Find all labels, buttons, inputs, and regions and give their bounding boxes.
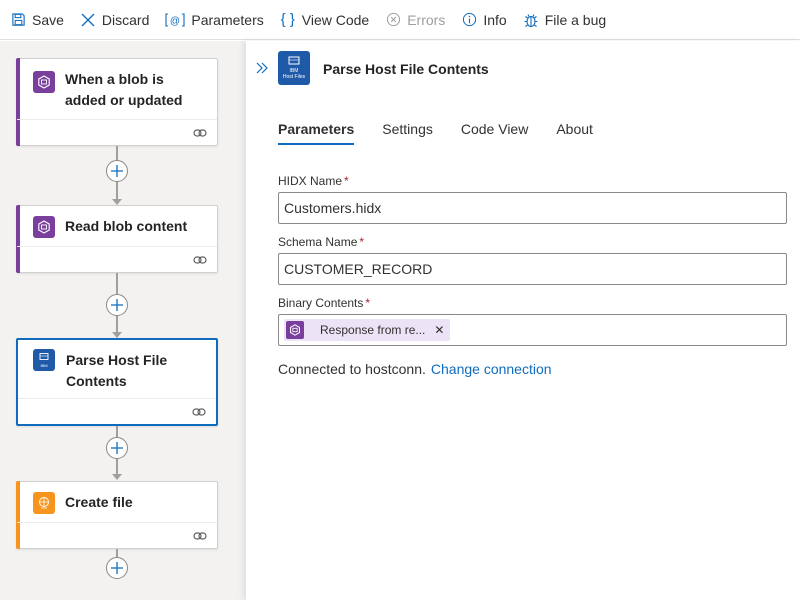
schema-name-field[interactable]: CUSTOMER_RECORD	[278, 253, 787, 285]
plus-icon	[111, 299, 123, 311]
add-step-button[interactable]	[106, 437, 128, 459]
add-step-button[interactable]	[106, 294, 128, 316]
parameters-button[interactable]: @ Parameters	[165, 0, 264, 40]
svg-text:@: @	[170, 16, 180, 27]
link-icon	[193, 532, 207, 540]
card-footer	[17, 119, 217, 145]
connector-line	[116, 182, 118, 200]
errors-button[interactable]: Errors	[385, 0, 445, 40]
card-title: When a blob is added or updated	[65, 71, 183, 108]
plus-icon	[111, 562, 123, 574]
card-footer	[18, 398, 216, 424]
toolbar: Save Discard @ Parameters { } View Code …	[0, 0, 800, 40]
file-system-icon	[33, 492, 55, 514]
card-blob-trigger[interactable]: When a blob is added or updated	[16, 58, 218, 146]
tab-about[interactable]: About	[556, 121, 593, 145]
blob-storage-icon	[286, 321, 304, 339]
error-circle-icon	[385, 12, 401, 28]
designer-canvas: When a blob is added or updated Read blo…	[0, 41, 246, 600]
discard-button[interactable]: Discard	[80, 0, 149, 40]
card-title: Parse Host File Contents	[66, 352, 168, 389]
close-icon	[80, 12, 96, 28]
collapse-panel-icon[interactable]	[254, 60, 270, 76]
plus-icon	[111, 165, 123, 177]
discard-label: Discard	[101, 11, 150, 28]
file-bug-label: File a bug	[544, 11, 607, 28]
card-create-file[interactable]: Create file	[16, 481, 218, 549]
save-label: Save	[32, 11, 64, 28]
remove-token-icon[interactable]: ✕	[434, 323, 444, 337]
field-value: Customers.hidx	[284, 200, 382, 216]
errors-label: Errors	[407, 11, 446, 28]
action-details-panel: IBM Host Files Parse Host File Contents …	[246, 41, 800, 600]
blob-storage-icon	[33, 71, 55, 93]
card-read-blob[interactable]: Read blob content	[16, 205, 218, 273]
card-footer	[17, 522, 217, 548]
dynamic-content-token[interactable]: Response from re... ✕	[284, 319, 451, 341]
card-footer	[17, 246, 217, 272]
required-mark: *	[359, 235, 365, 249]
hidx-name-field[interactable]: Customers.hidx	[278, 192, 787, 224]
plus-icon	[111, 442, 123, 454]
arrow-down-icon	[112, 474, 122, 480]
token-label: Response from re...	[320, 323, 426, 337]
tab-code-view[interactable]: Code View	[461, 121, 528, 145]
connection-info: Connected to hostconn. Change connection	[278, 361, 552, 377]
field-value: CUSTOMER_RECORD	[284, 261, 433, 277]
required-mark: *	[365, 296, 371, 310]
required-mark: *	[344, 174, 349, 188]
change-connection-link[interactable]: Change connection	[431, 361, 552, 377]
code-braces-icon: { }	[280, 11, 295, 28]
view-code-label: View Code	[301, 11, 370, 28]
blob-storage-icon	[33, 216, 55, 238]
view-code-button[interactable]: { } View Code	[280, 0, 370, 40]
card-parse-host-file[interactable]: IBM Parse Host File Contents	[16, 338, 218, 426]
bug-icon	[523, 12, 539, 28]
link-icon	[192, 408, 206, 416]
info-label: Info	[483, 11, 507, 28]
save-icon	[10, 12, 26, 28]
link-icon	[193, 129, 207, 137]
ibm-host-files-icon: IBM Host Files	[278, 51, 310, 85]
binary-contents-label: Binary Contents *	[278, 296, 370, 310]
panel-title: Parse Host File Contents	[323, 61, 489, 77]
tab-parameters[interactable]: Parameters	[278, 121, 355, 145]
save-button[interactable]: Save	[10, 0, 64, 40]
parameters-icon: @	[165, 12, 185, 28]
label-text: HIDX Name	[278, 174, 343, 188]
label-text: Binary Contents	[278, 296, 364, 310]
binary-contents-field[interactable]: Response from re... ✕	[278, 314, 787, 346]
ibm-host-files-icon: IBM	[33, 349, 55, 371]
info-button[interactable]: Info	[461, 0, 507, 40]
parameters-label: Parameters	[191, 11, 264, 28]
add-step-button[interactable]	[106, 160, 128, 182]
add-step-button[interactable]	[106, 557, 128, 579]
connector-line	[116, 549, 118, 557]
icon-caption: Host Files	[282, 74, 306, 80]
file-bug-button[interactable]: File a bug	[523, 0, 606, 40]
card-title: Create file	[65, 494, 133, 510]
link-icon	[193, 256, 207, 264]
tab-settings[interactable]: Settings	[382, 121, 433, 145]
panel-tabs: Parameters Settings Code View About	[278, 121, 621, 145]
schema-name-label: Schema Name *	[278, 235, 364, 249]
connection-text: Connected to hostconn.	[278, 361, 426, 377]
label-text: Schema Name	[278, 235, 358, 249]
card-title: Read blob content	[65, 218, 188, 234]
connector-line	[116, 459, 118, 475]
hidx-name-label: HIDX Name *	[278, 174, 349, 188]
connector-line	[116, 316, 118, 333]
info-icon	[461, 12, 477, 28]
